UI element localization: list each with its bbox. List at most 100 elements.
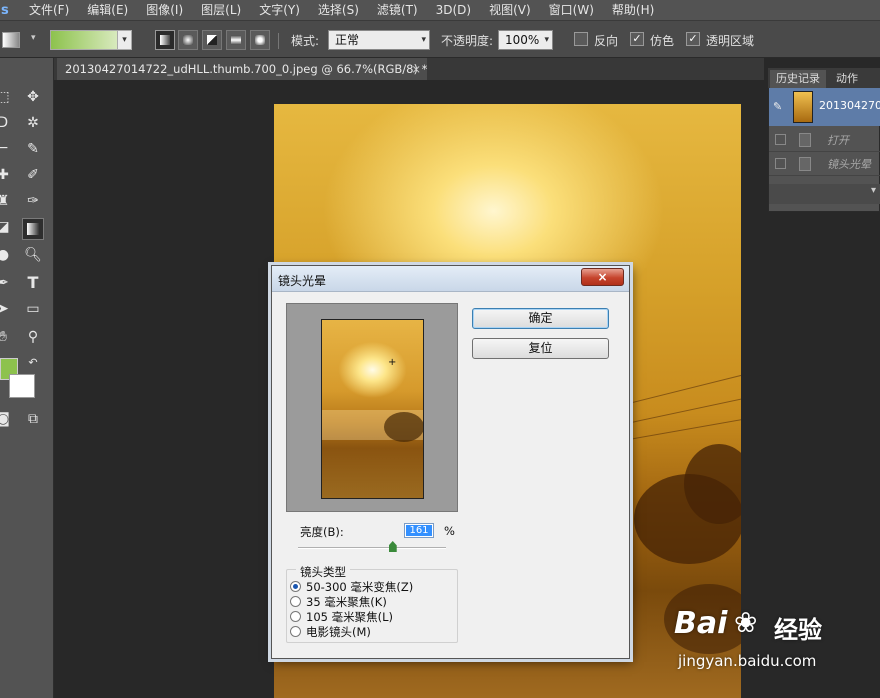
hand-tool-icon[interactable]: ✋︎: [0, 326, 14, 348]
blur-tool-icon[interactable]: ●: [0, 244, 14, 266]
opacity-select[interactable]: 100% ▾: [498, 30, 553, 50]
history-step-label: 镜头光晕: [827, 158, 871, 171]
reverse-label: 反向: [594, 34, 619, 48]
history-brush-source-icon[interactable]: ✎: [773, 100, 782, 113]
ok-button[interactable]: 确定: [472, 308, 609, 329]
gradient-picker[interactable]: ▾: [50, 30, 132, 50]
history-step-checkbox[interactable]: [775, 134, 786, 145]
options-bar: ▾ ▾ 模式: 正常 ▾ 不透明度: 100% ▾ 反向 ✓ 仿色 ✓ 透明区域: [0, 20, 880, 58]
chevron-down-icon: ▾: [544, 35, 549, 45]
watermark: Bai ❀ 经验 jingyan.baidu.com: [674, 600, 874, 680]
angle-gradient-button[interactable]: [202, 30, 222, 50]
eraser-icon[interactable]: ◪: [0, 216, 14, 238]
diamond-gradient-button[interactable]: [250, 30, 270, 50]
chevron-down-icon[interactable]: ▾: [117, 31, 131, 49]
lens-type-label: 镜头类型: [296, 564, 350, 580]
reverse-checkbox[interactable]: [574, 32, 588, 46]
opacity-value: 100%: [505, 33, 540, 47]
dodge-tool-icon[interactable]: 🔍︎: [22, 244, 44, 266]
reflected-gradient-button[interactable]: [226, 30, 246, 50]
lasso-tool-icon[interactable]: ᑐ: [0, 112, 14, 134]
document-tab[interactable]: 20130427014722_udHLL.thumb.700_0.jpeg @ …: [57, 58, 427, 80]
lens-radio-105[interactable]: [290, 611, 301, 622]
swap-colors-icon[interactable]: ↶: [22, 352, 44, 374]
lens-radio-50-300[interactable]: [290, 581, 301, 592]
history-brush-icon[interactable]: ✑: [22, 190, 44, 212]
history-step-checkbox[interactable]: [775, 158, 786, 169]
close-icon[interactable]: ×: [411, 58, 421, 80]
history-snapshot[interactable]: ✎ 20130427014: [769, 88, 880, 126]
clone-stamp-icon[interactable]: ♜: [0, 190, 14, 212]
menu-3d[interactable]: 3D(D): [427, 0, 480, 20]
type-tool-icon[interactable]: T: [22, 272, 44, 294]
magic-wand-icon[interactable]: ✲: [22, 112, 44, 134]
path-select-icon[interactable]: ➤: [0, 298, 14, 320]
menu-view[interactable]: 视图(V): [480, 0, 540, 20]
watermark-brand: Bai: [674, 606, 728, 641]
lens-option-label[interactable]: 50-300 毫米变焦(Z): [306, 579, 413, 595]
rectangle-tool-icon[interactable]: ▭: [22, 298, 44, 320]
menu-select[interactable]: 选择(S): [309, 0, 368, 20]
toolbox: ⬚ ✥ ᑐ ✲ ⌐ ✎ ✚ ✐ ♜ ✑ ◪ ● 🔍︎ ✒ T ➤ ▭ ✋︎ ⚲ …: [0, 58, 54, 698]
dialog-title-bar[interactable]: 镜头光晕 ×: [272, 266, 629, 292]
dialog-title: 镜头光晕: [278, 274, 327, 288]
history-step[interactable]: 镜头光晕: [769, 152, 880, 176]
close-icon[interactable]: ×: [581, 268, 624, 286]
history-step[interactable]: 打开: [769, 128, 880, 152]
brush-tool-icon[interactable]: ✐: [22, 164, 44, 186]
chevron-down-icon[interactable]: ▾: [31, 33, 36, 43]
background-color-swatch[interactable]: [9, 374, 35, 398]
mode-select[interactable]: 正常 ▾: [328, 30, 430, 50]
panel-footer: ▾: [769, 184, 880, 204]
menu-filter[interactable]: 滤镜(T): [368, 0, 427, 20]
brightness-slider-handle[interactable]: [388, 541, 397, 552]
document-tab-title: 20130427014722_udHLL.thumb.700_0.jpeg @ …: [65, 62, 428, 76]
crop-tool-icon[interactable]: ⌐: [0, 138, 14, 160]
menu-image[interactable]: 图像(I): [137, 0, 192, 20]
flare-center-crosshair-icon[interactable]: +: [388, 358, 396, 368]
linear-gradient-button[interactable]: [155, 30, 175, 50]
watermark-url: jingyan.baidu.com: [678, 652, 817, 670]
tab-history[interactable]: 历史记录: [770, 70, 826, 88]
document-icon: [799, 133, 811, 147]
percent-label: %: [444, 524, 455, 538]
healing-brush-icon[interactable]: ✚: [0, 164, 14, 186]
menu-help[interactable]: 帮助(H): [603, 0, 663, 20]
marquee-tool-icon[interactable]: ⬚: [0, 86, 14, 108]
document-icon: [799, 157, 811, 171]
brightness-slider[interactable]: [298, 547, 446, 549]
screen-mode-icon[interactable]: ⧉: [22, 408, 44, 430]
menu-edit[interactable]: 编辑(E): [78, 0, 137, 20]
eyedropper-icon[interactable]: ✎: [22, 138, 44, 160]
menu-file[interactable]: 文件(F): [20, 0, 78, 20]
gradient-tool-icon[interactable]: [22, 218, 44, 240]
flare-preview: +: [286, 303, 458, 512]
radial-gradient-button[interactable]: [178, 30, 198, 50]
panel-menu-icon[interactable]: ▾: [871, 185, 876, 196]
menu-layer[interactable]: 图层(L): [192, 0, 250, 20]
tab-actions[interactable]: 动作: [830, 70, 864, 88]
tool-preset-picker[interactable]: [2, 32, 20, 48]
flare-preview-image[interactable]: +: [321, 319, 424, 499]
lens-option-label[interactable]: 105 毫米聚焦(L): [306, 609, 393, 625]
pen-tool-icon[interactable]: ✒: [0, 272, 14, 294]
quick-mask-icon[interactable]: ◙: [0, 408, 14, 430]
transparency-checkbox[interactable]: ✓: [686, 32, 700, 46]
snapshot-name: 20130427014: [819, 99, 880, 112]
lens-radio-movie[interactable]: [290, 626, 301, 637]
watermark-brand-suffix: 经验: [774, 616, 822, 644]
menu-type[interactable]: 文字(Y): [250, 0, 309, 20]
brightness-input[interactable]: 161: [404, 523, 434, 538]
panel-tabs: 历史记录 动作: [768, 68, 880, 88]
opacity-label: 不透明度:: [441, 34, 494, 48]
transparency-label: 透明区域: [706, 34, 755, 48]
lens-option-label[interactable]: 电影镜头(M): [306, 624, 371, 640]
reset-button[interactable]: 复位: [472, 338, 609, 359]
dither-checkbox[interactable]: ✓: [630, 32, 644, 46]
zoom-tool-icon[interactable]: ⚲: [22, 326, 44, 348]
menu-window[interactable]: 窗口(W): [540, 0, 603, 20]
lens-radio-35[interactable]: [290, 596, 301, 607]
app-logo: s: [1, 2, 9, 18]
move-tool-icon[interactable]: ✥: [22, 86, 44, 108]
lens-option-label[interactable]: 35 毫米聚焦(K): [306, 594, 387, 610]
